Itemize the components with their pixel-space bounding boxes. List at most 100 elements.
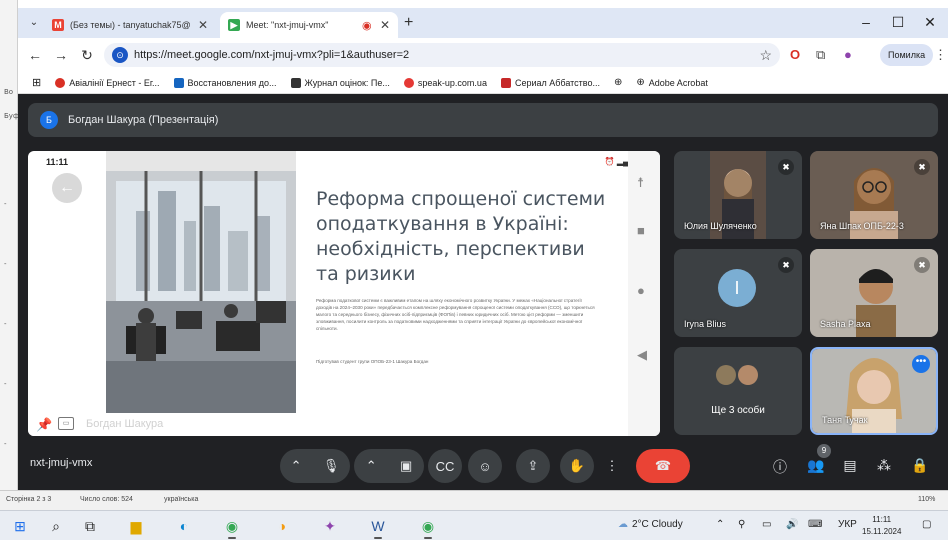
keyboard-icon[interactable]: ⌨: [808, 519, 822, 530]
reactions-button[interactable]: ☺: [468, 449, 502, 483]
search-icon[interactable]: ⌕: [46, 516, 66, 536]
more-participants-tile[interactable]: Ще 3 особи: [674, 347, 802, 435]
chrome-icon[interactable]: ◉: [222, 516, 242, 539]
chevron-up-icon[interactable]: ⌃: [291, 458, 302, 474]
back-arrow-icon[interactable]: ←: [52, 173, 82, 203]
copilot-icon[interactable]: ✦: [320, 516, 340, 536]
presenter-name: Богдан Шакура: [86, 418, 164, 430]
bookmark-star-icon[interactable]: ☆: [759, 47, 772, 64]
edge-icon[interactable]: ◐: [174, 516, 194, 536]
battery-icon[interactable]: ▭: [762, 519, 771, 530]
participant-name: Sasha Plaxa: [820, 319, 871, 329]
tab-title: (Без темы) - tanyatuchak75@gm: [70, 20, 190, 30]
new-tab-button[interactable]: +: [404, 15, 413, 31]
bookmark-label: Adobe Acrobat: [648, 77, 708, 88]
pin-icon[interactable]: 📌: [36, 417, 52, 433]
microphone-icon[interactable]: 🎙: [323, 458, 340, 474]
bookmark-item[interactable]: Журнал оцінок: Пе...: [290, 77, 390, 88]
word-icon[interactable]: W: [368, 516, 388, 539]
address-bar[interactable]: ⊙ https://meet.google.com/nxt-jmuj-vmx?p…: [104, 43, 780, 67]
volume-icon[interactable]: 🔊: [786, 519, 798, 530]
cloud-icon: ☁: [618, 519, 628, 530]
extensions-icon[interactable]: ⧉: [816, 47, 825, 63]
menu-icon[interactable]: ⋮: [934, 47, 947, 63]
input-icon[interactable]: ⚲: [738, 519, 745, 530]
gmail-icon: M: [52, 19, 64, 31]
more-options-icon[interactable]: •••: [912, 355, 930, 373]
notifications-icon[interactable]: ▢: [922, 519, 931, 530]
language-indicator: українська: [164, 496, 199, 503]
minimize-icon[interactable]: –: [856, 14, 876, 30]
info-icon[interactable]: ⓘ: [770, 457, 790, 477]
camera-icon[interactable]: ▣: [400, 458, 412, 474]
people-icon[interactable]: 👥: [806, 457, 826, 474]
browser-app-icon[interactable]: ◑: [272, 516, 292, 536]
mic-control[interactable]: ⌃ 🎙: [280, 449, 350, 483]
emoji-icon: ☺: [478, 458, 492, 474]
opera-icon[interactable]: O: [790, 47, 800, 63]
recording-icon: ◉: [362, 19, 372, 32]
error-button[interactable]: Помилка: [880, 44, 934, 66]
file-explorer-icon[interactable]: ▆: [126, 516, 146, 536]
home-circle-icon[interactable]: ●: [637, 283, 645, 298]
ruler-mark: -: [4, 440, 7, 448]
ruler-mark: -: [4, 200, 7, 208]
site-info-icon[interactable]: ⊙: [112, 47, 128, 63]
activities-icon[interactable]: ⁂: [874, 457, 894, 474]
close-icon[interactable]: ✕: [198, 18, 208, 32]
accessibility-icon[interactable]: ☨: [637, 175, 644, 191]
participant-avatar: I: [718, 269, 756, 307]
chrome-icon[interactable]: ◉: [418, 516, 438, 539]
error-label: Помилка: [888, 50, 926, 60]
more-options-button[interactable]: ⋮: [602, 449, 622, 483]
participant-tile[interactable]: ✖ Яна Шпак ОПБ-22-3: [810, 151, 938, 239]
apps-icon[interactable]: ⊞: [32, 76, 41, 89]
bookmark-favicon-icon: [500, 77, 511, 88]
close-window-icon[interactable]: ✕: [920, 14, 940, 31]
presentation-view[interactable]: 11:11 ⏰ ▂▄▆ 64: [28, 151, 660, 436]
ruler-mark: Буф: [4, 112, 19, 120]
participant-tile[interactable]: I ✖ Iryna Blius: [674, 249, 802, 337]
bookmark-item[interactable]: speak-up.com.ua: [403, 77, 487, 88]
participant-tile[interactable]: ✖ Sasha Plaxa: [810, 249, 938, 337]
tab-meet[interactable]: ▶ Meet: "nxt-jmuj-vmx" ◉ ✕: [220, 12, 398, 38]
task-view-icon[interactable]: ⧉: [80, 516, 100, 536]
meet-area: Б Богдан Шакура (Презентація) 11:11 ⏰ ▂▄…: [18, 95, 948, 490]
camera-control[interactable]: ⌃ ▣: [354, 449, 424, 483]
bookmark-item[interactable]: ⊕ Adobe Acrobat: [636, 77, 707, 88]
tab-gmail[interactable]: M (Без темы) - tanyatuchak75@gm ✕: [44, 12, 216, 38]
participant-tile-self[interactable]: ••• Таня Тучак: [810, 347, 938, 435]
bookmark-item[interactable]: Восстановления до...: [173, 77, 277, 88]
bookmark-item[interactable]: Сериал Аббатство...: [500, 77, 600, 88]
tab-search-button[interactable]: ⌄: [26, 15, 42, 31]
raise-hand-button[interactable]: ✋: [560, 449, 594, 483]
forward-icon[interactable]: →: [52, 47, 70, 63]
system-clock[interactable]: 11:11 15.11.2024: [862, 514, 901, 538]
leave-call-button[interactable]: ☎: [636, 449, 690, 483]
office-photo-graphic: [106, 151, 296, 416]
reload-icon[interactable]: ↻: [78, 47, 96, 63]
captions-button[interactable]: CC: [428, 449, 462, 483]
chat-icon[interactable]: ▤: [840, 457, 860, 474]
weather-widget[interactable]: ☁ 2°C Cloudy: [618, 519, 683, 530]
close-icon[interactable]: ✕: [380, 18, 390, 32]
tab-strip: ⌄ M (Без темы) - tanyatuchak75@gm ✕ ▶ Me…: [18, 8, 948, 38]
profile-icon[interactable]: ●: [844, 47, 852, 63]
present-button[interactable]: ⇪: [516, 449, 550, 483]
windows-start-icon[interactable]: ⊞: [10, 516, 30, 536]
bookmark-item[interactable]: ⊕: [614, 77, 622, 88]
caption-icon[interactable]: ▭: [58, 417, 74, 430]
zoom-level: 110%: [918, 496, 936, 503]
participant-tile[interactable]: ✖ Юлия Шуляченко: [674, 151, 802, 239]
back-triangle-icon[interactable]: ◀: [637, 347, 647, 363]
bookmark-item[interactable]: Авіалінії Ернест - Ег...: [55, 77, 160, 88]
back-icon[interactable]: ←: [26, 47, 44, 63]
chevron-up-icon[interactable]: ⌃: [716, 519, 724, 530]
stop-icon[interactable]: ■: [637, 223, 645, 238]
present-screen-icon: ⇪: [527, 458, 539, 473]
more-participants-label: Ще 3 особи: [711, 405, 765, 416]
host-controls-icon[interactable]: 🔒: [910, 457, 930, 474]
keyboard-language[interactable]: УКР: [838, 519, 857, 530]
maximize-icon[interactable]: ☐: [888, 14, 908, 31]
chevron-up-icon[interactable]: ⌃: [366, 458, 377, 474]
